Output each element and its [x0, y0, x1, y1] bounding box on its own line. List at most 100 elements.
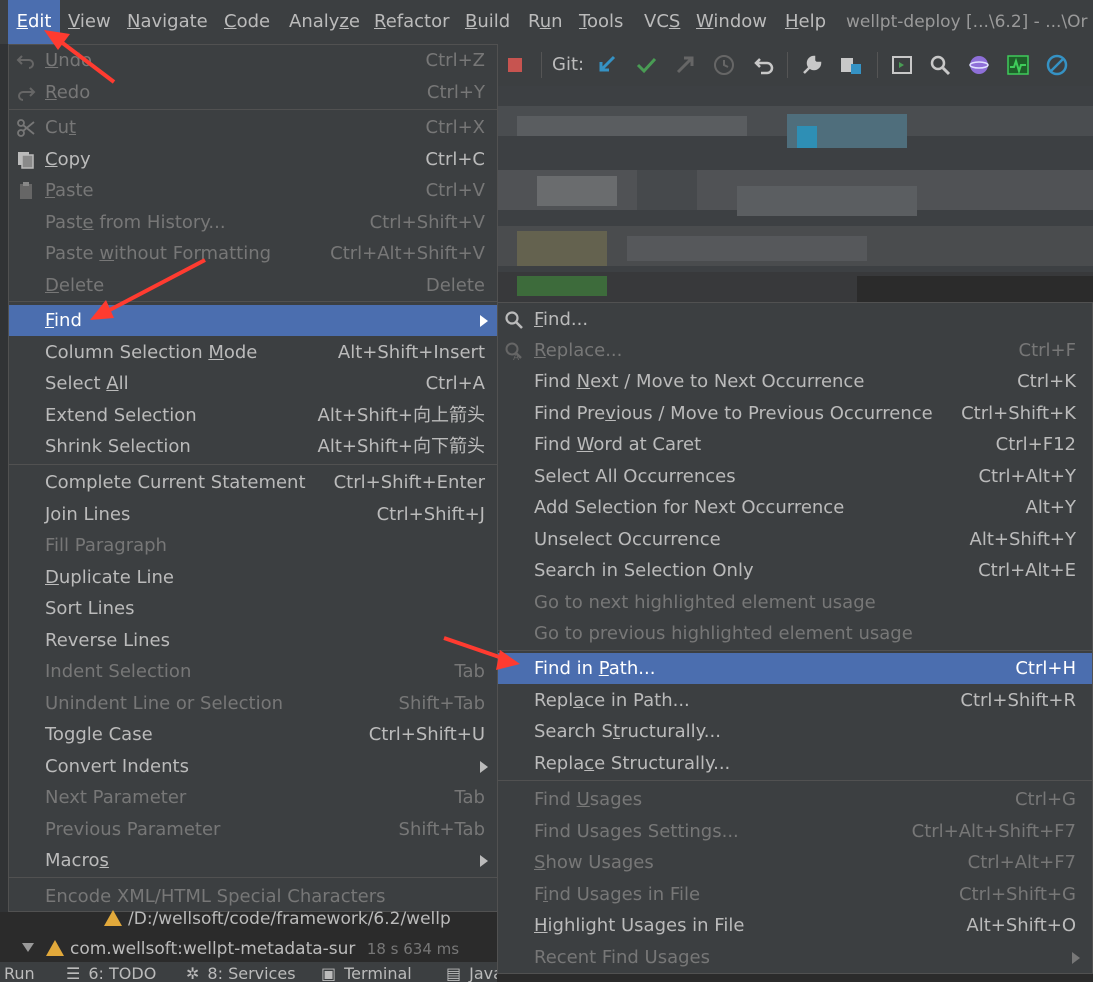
find-menu-item-highlight-usages-in-file[interactable]: Highlight Usages in File Alt+Shift+O — [498, 910, 1092, 941]
find-menu-item-add-selection-for-next-occurrence[interactable]: Add Selection for Next Occurrence Alt+Y — [498, 492, 1092, 523]
menu-vcs[interactable]: VCS — [644, 0, 680, 44]
menu-item-label: Highlight Usages in File — [534, 915, 745, 936]
menu-item-shortcut: Ctrl+Y — [426, 82, 485, 103]
expand-arrow-icon[interactable] — [22, 943, 34, 952]
menu-bar: Edit View Navigate Code Analyze Refactor Build… — [0, 0, 1093, 44]
menu-item-label: Recent Find Usages — [534, 947, 710, 968]
menu-window[interactable]: Window — [696, 0, 767, 44]
menu-edit[interactable]: Edit — [8, 0, 60, 44]
edit-menu-item-find[interactable]: Find — [9, 305, 497, 336]
settings-wrench-icon[interactable] — [800, 53, 824, 77]
menu-item-shortcut: Ctrl+G — [1014, 789, 1076, 810]
menu-item-label: Find Usages Settings... — [534, 821, 739, 842]
find-menu-item-find-usages[interactable]: Find Usages Ctrl+G — [498, 784, 1092, 815]
run-tree-duration: 18 s 634 ms — [366, 940, 460, 958]
git-history-icon[interactable] — [712, 53, 736, 77]
edit-menu-item-select-all[interactable]: Select All Ctrl+A — [9, 368, 497, 399]
svg-text:A: A — [513, 353, 520, 361]
menu-item-shortcut: Delete — [425, 275, 485, 296]
undo-icon — [16, 55, 34, 69]
find-menu-item-select-all-occurrences[interactable]: Select All Occurrences Ctrl+Alt+Y — [498, 461, 1092, 492]
edit-menu-item-unindent-line-or-selection[interactable]: Unindent Line or Selection Shift+Tab — [9, 688, 497, 719]
find-menu-item-search-structurally[interactable]: Search Structurally... — [498, 716, 1092, 747]
menu-help[interactable]: Help — [785, 0, 826, 44]
run-tree-row[interactable]: /D:/wellsoft/code/framework/6.2/wellp — [104, 906, 451, 932]
edit-menu-item-convert-indents[interactable]: Convert Indents — [9, 751, 497, 782]
edit-menu-item-redo[interactable]: Redo Ctrl+Y — [9, 77, 497, 108]
find-menu-item-replace[interactable]: A Replace... Ctrl+F — [498, 335, 1092, 366]
find-menu-item-find-previous-move-to-previous-occurrence[interactable]: Find Previous / Move to Previous Occurre… — [498, 398, 1092, 429]
menu-item-label: Indent Selection — [45, 661, 192, 682]
edit-menu-item-complete-current-statement[interactable]: Complete Current Statement Ctrl+Shift+Ent… — [9, 467, 497, 498]
find-menu-item-search-in-selection-only[interactable]: Search in Selection Only Ctrl+Alt+E — [498, 555, 1092, 586]
edit-menu-item-extend-selection[interactable]: Extend Selection Alt+Shift+向上箭头 — [9, 400, 497, 431]
find-menu-item-find-usages-settings[interactable]: Find Usages Settings... Ctrl+Alt+Shift+F7 — [498, 816, 1092, 847]
project-structure-icon[interactable] — [839, 53, 863, 77]
menu-build[interactable]: Build — [465, 0, 510, 44]
tool-tab-java[interactable]: ▤Java — [446, 962, 497, 982]
menu-item-label: Find — [45, 310, 82, 331]
find-menu-item-recent-find-usages[interactable]: Recent Find Usages — [498, 942, 1092, 973]
edit-menu-item-macros[interactable]: Macros — [9, 845, 497, 876]
tool-tab-todo[interactable]: ☰ 6: TODO — [66, 962, 156, 982]
edit-menu-item-undo[interactable]: Undo Ctrl+Z — [9, 45, 497, 76]
edit-menu: Undo Ctrl+Z Redo Ctrl+Y Cut Ctrl+X Copy Ctrl+C P… — [8, 44, 498, 912]
edit-menu-item-fill-paragraph[interactable]: Fill Paragraph — [9, 530, 497, 561]
git-update-icon[interactable] — [594, 53, 618, 77]
tool-tab-services[interactable]: ✲ 8: Services — [186, 962, 296, 982]
edit-menu-item-copy[interactable]: Copy Ctrl+C — [9, 144, 497, 175]
find-menu-item-unselect-occurrence[interactable]: Unselect Occurrence Alt+Shift+Y — [498, 524, 1092, 555]
menu-item-label: Toggle Case — [45, 724, 153, 745]
edit-menu-item-sort-lines[interactable]: Sort Lines — [9, 593, 497, 624]
find-menu-item-replace-structurally[interactable]: Replace Structurally... — [498, 748, 1092, 779]
edit-menu-item-paste[interactable]: Paste Ctrl+V — [9, 175, 497, 206]
menu-run[interactable]: Run — [528, 0, 563, 44]
disable-icon[interactable] — [1045, 53, 1069, 77]
find-menu-item-find-word-at-caret[interactable]: Find Word at Caret Ctrl+F12 — [498, 429, 1092, 460]
menu-item-label: Convert Indents — [45, 756, 189, 777]
menu-code[interactable]: Code — [224, 0, 270, 44]
menu-analyze[interactable]: Analyze — [289, 0, 360, 44]
menu-item-shortcut: Ctrl+Alt+E — [978, 560, 1076, 581]
edit-menu-item-duplicate-line[interactable]: Duplicate Line — [9, 562, 497, 593]
stop-icon[interactable] — [503, 53, 527, 77]
find-menu-item-go-to-next-highlighted-element-usage[interactable]: Go to next highlighted element usage — [498, 587, 1092, 618]
edit-menu-item-paste-without-formatting[interactable]: Paste without Formatting Ctrl+Alt+Shift+V — [9, 238, 497, 269]
edit-menu-item-paste-from-history[interactable]: Paste from History... Ctrl+Shift+V — [9, 207, 497, 238]
find-menu-item-find-next-move-to-next-occurrence[interactable]: Find Next / Move to Next Occurrence Ctrl+… — [498, 366, 1092, 397]
submenu-arrow-icon — [480, 315, 488, 327]
edit-menu-item-shrink-selection[interactable]: Shrink Selection Alt+Shift+向下箭头 — [9, 431, 497, 462]
search-everywhere-icon[interactable] — [928, 53, 952, 77]
git-commit-icon[interactable] — [634, 53, 658, 77]
edit-menu-item-cut[interactable]: Cut Ctrl+X — [9, 112, 497, 143]
run-tree-row[interactable]: com.wellsoft:wellpt-metadata-sur 18 s 63… — [22, 936, 459, 962]
menu-navigate[interactable]: Navigate — [127, 0, 208, 44]
edit-menu-item-delete[interactable]: Delete Delete — [9, 270, 497, 301]
git-push-icon[interactable] — [673, 53, 697, 77]
tool-tab-run[interactable]: Run — [4, 962, 35, 982]
plugin-sphere-icon[interactable] — [967, 53, 991, 77]
activity-monitor-icon[interactable] — [1006, 53, 1030, 77]
find-menu-item-find-usages-in-file[interactable]: Find Usages in File Ctrl+Shift+G — [498, 879, 1092, 910]
find-menu-item-show-usages[interactable]: Show Usages Ctrl+Alt+F7 — [498, 847, 1092, 878]
edit-menu-item-indent-selection[interactable]: Indent Selection Tab — [9, 656, 497, 687]
edit-menu-item-reverse-lines[interactable]: Reverse Lines — [9, 625, 497, 656]
edit-menu-item-previous-parameter[interactable]: Previous Parameter Shift+Tab — [9, 814, 497, 845]
edit-menu-item-next-parameter[interactable]: Next Parameter Tab — [9, 782, 497, 813]
menu-separator — [498, 780, 1092, 781]
find-menu-item-find[interactable]: Find... — [498, 304, 1092, 335]
tool-tab-terminal[interactable]: ▣ Terminal — [321, 962, 412, 982]
edit-menu-item-join-lines[interactable]: Join Lines Ctrl+Shift+J — [9, 499, 497, 530]
git-rollback-icon[interactable] — [752, 53, 776, 77]
find-menu-item-go-to-previous-highlighted-element-usage[interactable]: Go to previous highlighted element usage — [498, 618, 1092, 649]
edit-menu-item-toggle-case[interactable]: Toggle Case Ctrl+Shift+U — [9, 719, 497, 750]
find-menu-item-find-in-path[interactable]: Find in Path... Ctrl+H — [498, 653, 1092, 684]
menu-item-label: Unselect Occurrence — [534, 529, 721, 550]
menu-refactor[interactable]: Refactor — [374, 0, 450, 44]
menu-view[interactable]: View — [68, 0, 111, 44]
run-anything-icon[interactable] — [890, 53, 914, 77]
edit-menu-item-column-selection-mode[interactable]: Column Selection Mode Alt+Shift+Insert — [9, 337, 497, 368]
menu-tools[interactable]: Tools — [579, 0, 623, 44]
find-menu-item-replace-in-path[interactable]: Replace in Path... Ctrl+Shift+R — [498, 685, 1092, 716]
menu-item-label: Delete — [45, 275, 105, 296]
